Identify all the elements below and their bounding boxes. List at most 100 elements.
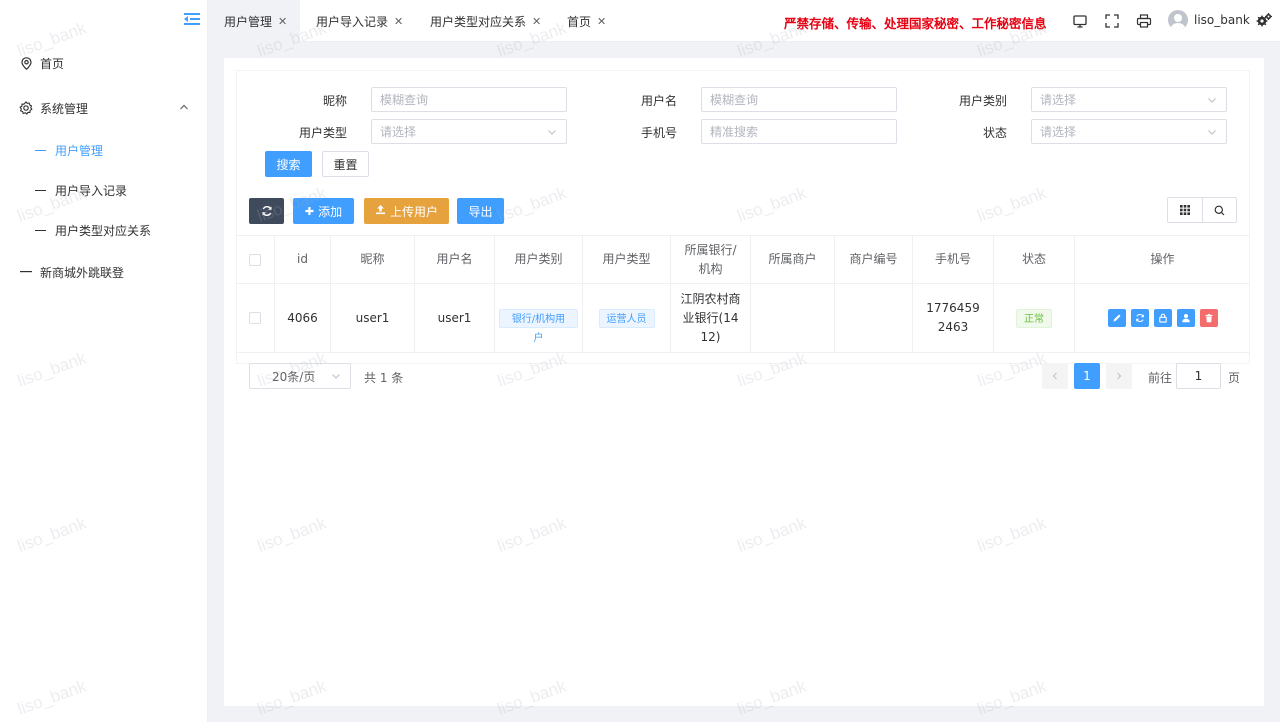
chevron-left-icon [1052, 372, 1057, 380]
dash-icon [35, 149, 46, 151]
close-icon[interactable]: ✕ [597, 15, 606, 28]
page-size-select[interactable]: 20条/页 [249, 363, 351, 389]
lock-button[interactable] [1153, 309, 1172, 327]
goto-label: 前往 [1148, 371, 1173, 385]
chevron-down-icon [548, 129, 556, 135]
location-pin-icon [19, 56, 33, 70]
users-table: id 昵称 用户名 用户类别 用户类型 所属银行/机构 所属商户 商户编号 手机… [236, 235, 1250, 353]
sidebar-subitem-user-import-records[interactable]: 用户导入记录 [0, 170, 208, 210]
sidebar-subitem-label: 用户类型对应关系 [55, 223, 152, 238]
chevron-down-icon [1208, 97, 1216, 103]
assign-role-button[interactable] [1176, 309, 1195, 327]
dash-icon [19, 265, 33, 279]
top-bar: 用户管理 ✕ 用户导入记录 ✕ 用户类型对应关系 ✕ 首页 ✕ 严禁存储、传输、… [208, 0, 1280, 42]
tab-label: 用户管理 [224, 14, 273, 29]
avatar [1168, 10, 1188, 30]
dash-icon [35, 189, 46, 191]
tab-user-import-records[interactable]: 用户导入记录 ✕ [316, 0, 403, 42]
sidebar-subitem-user-type-mapping[interactable]: 用户类型对应关系 [0, 210, 208, 250]
close-icon[interactable]: ✕ [532, 15, 541, 28]
page-unit-label: 页 [1228, 371, 1241, 385]
column-header: 用户名 [415, 236, 495, 283]
delete-button[interactable] [1199, 309, 1218, 327]
add-button-label: 添加 [318, 204, 343, 219]
status-label: 状态 [982, 126, 1007, 140]
reset-password-button[interactable] [1130, 309, 1149, 327]
table-header: id 昵称 用户名 用户类别 用户类型 所属银行/机构 所属商户 商户编号 手机… [236, 236, 1250, 284]
user-menu[interactable]: liso_bank [1168, 10, 1250, 30]
username-input[interactable] [701, 87, 897, 112]
columns-toggle-button[interactable] [1168, 198, 1202, 222]
upload-icon [375, 204, 386, 218]
edit-button[interactable] [1107, 309, 1126, 327]
table-tools [1167, 197, 1237, 223]
chevron-down-icon [1208, 129, 1216, 135]
sidebar-subitem-label: 用户管理 [55, 143, 104, 158]
row-checkbox[interactable] [249, 312, 261, 324]
sidebar-item-home[interactable]: 首页 [0, 43, 208, 83]
sidebar-item-mall-login[interactable]: 新商城外跳联登 [0, 252, 208, 292]
add-button[interactable]: ✚ 添加 [293, 198, 354, 224]
plus-icon: ✚ [304, 204, 315, 218]
select-all-checkbox[interactable] [249, 253, 261, 266]
upload-button-label: 上传用户 [389, 204, 438, 219]
menu-collapse-icon[interactable] [184, 12, 202, 28]
type-tag: 运营人员 [598, 308, 655, 328]
user-category-select[interactable]: 请选择 [1031, 87, 1227, 112]
search-toggle-button[interactable] [1201, 198, 1237, 222]
cell-nickname: user1 [331, 284, 415, 352]
refresh-icon [261, 206, 272, 216]
reset-button[interactable]: 重置 [322, 151, 369, 177]
dash-icon [35, 229, 46, 231]
monitor-icon[interactable] [1072, 13, 1088, 29]
page-button[interactable]: 1 [1074, 363, 1100, 389]
goto-page-input[interactable] [1176, 363, 1221, 389]
column-header: 操作 [1150, 252, 1175, 266]
cell-status: 正常 [994, 284, 1075, 352]
sidebar-item-system[interactable]: 系统管理 [0, 88, 208, 128]
grid-icon [1179, 205, 1190, 215]
cell-type: 运营人员 [583, 284, 671, 352]
column-header: 所属商户 [751, 236, 835, 283]
nickname-label: 昵称 [322, 94, 347, 108]
lock-icon [1158, 313, 1167, 323]
column-header: 昵称 [331, 236, 415, 283]
gear-icon [19, 101, 33, 115]
sidebar: 首页 系统管理 用户管理 用户导入记录 用户类型对应关系 新商城外跳联登 [0, 0, 208, 722]
chevron-down-icon [332, 374, 340, 379]
user-category-label: 用户类别 [958, 94, 1007, 108]
select-placeholder: 请选择 [1040, 125, 1077, 139]
cell-bank: 江阴农村商业银行(1412) [671, 284, 751, 352]
sidebar-item-label: 新商城外跳联登 [40, 265, 125, 280]
tab-home[interactable]: 首页 ✕ [567, 0, 606, 42]
cell-merchant-no [835, 284, 913, 352]
tab-label: 用户类型对应关系 [430, 14, 527, 29]
tab-label: 首页 [567, 14, 592, 29]
column-header: 用户类别 [495, 236, 583, 283]
upload-users-button[interactable]: 上传用户 [364, 198, 449, 224]
tab-user-management[interactable]: 用户管理 ✕ [208, 0, 300, 42]
sidebar-item-label: 首页 [40, 56, 65, 71]
prev-page-button[interactable] [1042, 363, 1068, 389]
phone-input[interactable] [701, 119, 897, 144]
printer-icon[interactable] [1136, 13, 1152, 29]
tab-user-type-mapping[interactable]: 用户类型对应关系 ✕ [430, 0, 541, 42]
status-select[interactable]: 请选择 [1031, 119, 1227, 144]
select-placeholder: 请选择 [1040, 93, 1077, 107]
user-type-select[interactable]: 请选择 [371, 119, 567, 144]
refresh-button[interactable] [249, 198, 284, 224]
chevron-right-icon [1117, 372, 1122, 380]
settings-gears-icon[interactable] [1256, 12, 1272, 28]
search-button[interactable]: 搜索 [265, 151, 312, 177]
fullscreen-icon[interactable] [1104, 13, 1120, 29]
close-icon[interactable]: ✕ [394, 15, 403, 28]
row-select-cell [236, 284, 275, 352]
nickname-input[interactable] [371, 87, 567, 112]
next-page-button[interactable] [1106, 363, 1132, 389]
username-label: 用户名 [640, 94, 677, 108]
close-icon[interactable]: ✕ [278, 15, 287, 28]
sidebar-subitem-user-management[interactable]: 用户管理 [0, 130, 208, 170]
refresh-icon [1135, 313, 1144, 323]
user-type-label: 用户类型 [298, 126, 347, 140]
export-button[interactable]: 导出 [457, 198, 504, 224]
